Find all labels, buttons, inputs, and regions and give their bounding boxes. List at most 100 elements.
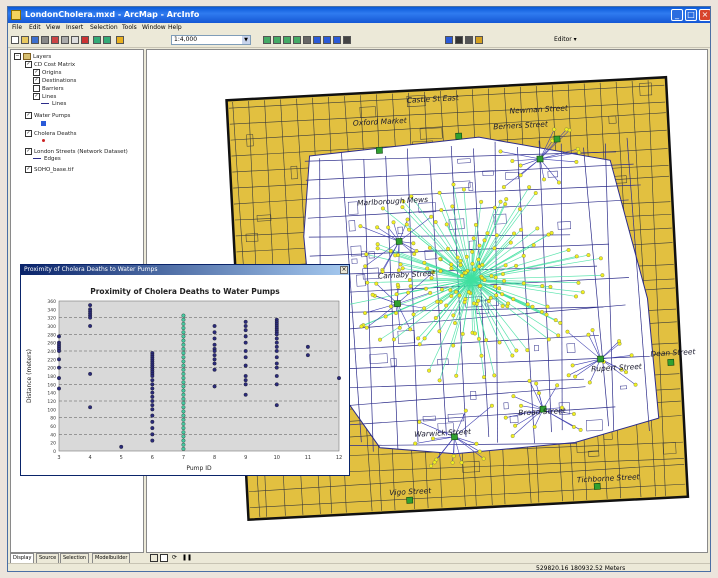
close-button[interactable]: × [699, 9, 710, 21]
water-pump-marker[interactable] [593, 482, 601, 490]
water-pump-marker[interactable] [375, 146, 383, 154]
toc-layer-item[interactable]: ✓ London Streets (Network Dataset) [25, 148, 128, 155]
toc-layer-item[interactable]: ✓ Destinations [33, 77, 76, 84]
x-tick-label: 8 [213, 455, 216, 461]
minimize-button[interactable]: _ [671, 9, 683, 21]
graph-window[interactable]: Proximity of Cholera Deaths to Water Pum… [20, 264, 350, 476]
layer-visibility-checkbox[interactable]: ✓ [33, 93, 40, 100]
fixed-zoom-out-icon[interactable] [293, 36, 301, 44]
toc-root[interactable]: − Layers [14, 53, 51, 60]
data-point [274, 336, 279, 341]
water-pump-marker[interactable] [455, 132, 463, 140]
layout-view-icon[interactable] [150, 554, 158, 562]
data-point [181, 384, 186, 389]
data-point [88, 405, 93, 410]
add-data-icon[interactable] [116, 36, 124, 44]
water-pump-marker[interactable] [667, 358, 675, 366]
data-point [181, 392, 186, 397]
select-icon[interactable] [343, 36, 351, 44]
layer-visibility-checkbox[interactable]: ✓ [33, 69, 40, 76]
layer-visibility-checkbox[interactable]: ✓ [25, 148, 32, 155]
data-point [243, 319, 248, 324]
paste-icon[interactable] [71, 36, 79, 44]
menu-file[interactable]: File [12, 24, 22, 31]
menu-help[interactable]: Help [168, 24, 182, 31]
title-bar[interactable]: LondonCholera.mxd - ArcMap - ArcInfo _ □… [8, 7, 710, 23]
toc-layer-item[interactable]: Lines [41, 101, 66, 107]
toc-layer-label: Water Pumps [34, 113, 71, 119]
zoom-out-icon[interactable] [273, 36, 281, 44]
chevron-down-icon[interactable]: ▼ [242, 36, 250, 44]
new-icon[interactable] [11, 36, 19, 44]
toc-layer-item[interactable]: ✓ Origins [33, 69, 62, 76]
coordinate-readout: 529820.16 180932.52 Meters [536, 565, 626, 572]
menu-window[interactable]: Window [142, 24, 166, 31]
pan-icon[interactable] [303, 36, 311, 44]
refresh-icon[interactable]: ⟳ [172, 554, 177, 561]
data-point [212, 349, 217, 353]
y-tick-label: 80 [50, 416, 56, 422]
print-icon[interactable] [41, 36, 49, 44]
toc-layer-item[interactable]: ✓ Cholera Deaths [25, 130, 76, 137]
water-pump-marker[interactable] [393, 300, 401, 308]
y-tick-label: 220 [47, 357, 56, 363]
toc-layer-item[interactable]: ✓ SOHO_base.tif [25, 166, 74, 173]
data-point [57, 357, 61, 362]
hyperlink-icon[interactable] [475, 36, 483, 44]
undo-icon[interactable] [93, 36, 101, 44]
x-tick-label: 10 [274, 455, 280, 461]
zoom-in-icon[interactable] [263, 36, 271, 44]
copy-icon[interactable] [61, 36, 69, 44]
y-tick-label: 120 [47, 399, 56, 405]
data-point [243, 382, 248, 387]
fixed-zoom-in-icon[interactable] [283, 36, 291, 44]
pause-icon[interactable]: ❚❚ [182, 554, 192, 561]
layer-visibility-checkbox[interactable]: ✓ [25, 112, 32, 119]
full-extent-icon[interactable] [313, 36, 321, 44]
y-tick-label: 360 [47, 299, 56, 305]
x-axis-label: Pump ID [186, 465, 212, 472]
layer-visibility-checkbox[interactable]: ✓ [25, 61, 32, 68]
layer-visibility-checkbox[interactable]: ✓ [25, 166, 32, 173]
forward-icon[interactable] [333, 36, 341, 44]
data-view-icon[interactable] [160, 554, 168, 562]
water-pump-marker[interactable] [406, 496, 414, 504]
editor-menu-button[interactable]: Editor ▾ [554, 35, 598, 45]
layer-visibility-checkbox[interactable]: ✓ [25, 130, 32, 137]
toc-layer-item[interactable]: Edges [33, 156, 61, 162]
open-icon[interactable] [21, 36, 29, 44]
menu-view[interactable]: View [46, 24, 60, 31]
data-point [212, 324, 217, 328]
redo-icon[interactable] [103, 36, 111, 44]
layer-visibility-checkbox[interactable] [33, 85, 40, 92]
maximize-button[interactable]: □ [685, 9, 697, 21]
line-symbol-icon [33, 158, 41, 159]
cut-icon[interactable] [51, 36, 59, 44]
toc-layer-item[interactable]: ✓ CD Cost Matrix [25, 61, 75, 68]
graph-window-title[interactable]: Proximity of Cholera Deaths to Water Pum… [21, 265, 349, 275]
collapse-icon[interactable]: − [14, 53, 21, 60]
data-point [181, 371, 186, 376]
toc-layer-item[interactable]: ✓ Water Pumps [25, 112, 70, 119]
back-icon[interactable] [323, 36, 331, 44]
menu-selection[interactable]: Selection [90, 24, 118, 31]
data-point [243, 363, 248, 368]
water-pump-marker[interactable] [597, 355, 605, 363]
toc-layer-item[interactable]: ✓ Lines [33, 93, 56, 100]
water-pump-marker[interactable] [395, 237, 403, 245]
menu-edit[interactable]: Edit [29, 24, 41, 31]
water-pump-marker[interactable] [536, 155, 544, 163]
find-icon[interactable] [455, 36, 463, 44]
delete-icon[interactable] [81, 36, 89, 44]
map-scale-combo[interactable]: 1:4,000 ▼ [171, 35, 251, 45]
graph-close-button[interactable]: × [340, 266, 348, 274]
layer-visibility-checkbox[interactable]: ✓ [33, 77, 40, 84]
identify-icon[interactable] [445, 36, 453, 44]
menu-tools[interactable]: Tools [122, 24, 137, 31]
measure-icon[interactable] [465, 36, 473, 44]
save-icon[interactable] [31, 36, 39, 44]
water-pump-marker[interactable] [553, 135, 561, 143]
data-point [243, 340, 248, 345]
toc-layer-item[interactable]: Barriers [33, 85, 64, 92]
menu-insert[interactable]: Insert [66, 24, 83, 31]
